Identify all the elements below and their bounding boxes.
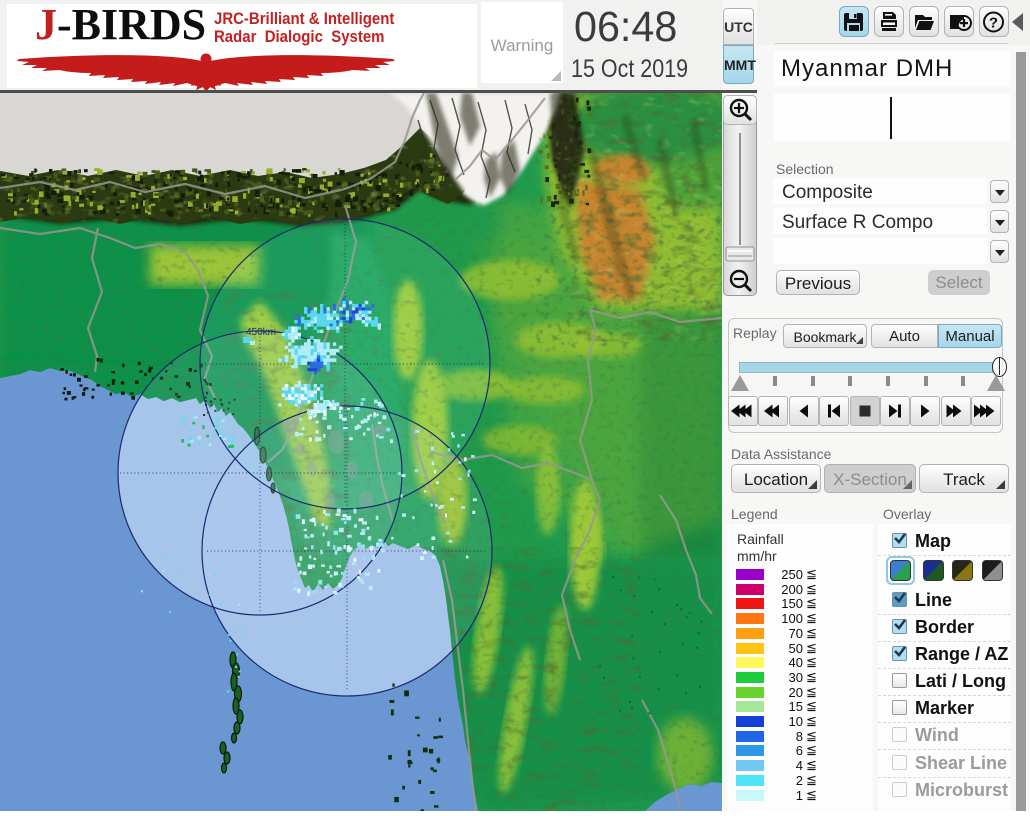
svg-text:?: ? xyxy=(989,15,998,32)
svg-text:450km: 450km xyxy=(246,327,276,338)
